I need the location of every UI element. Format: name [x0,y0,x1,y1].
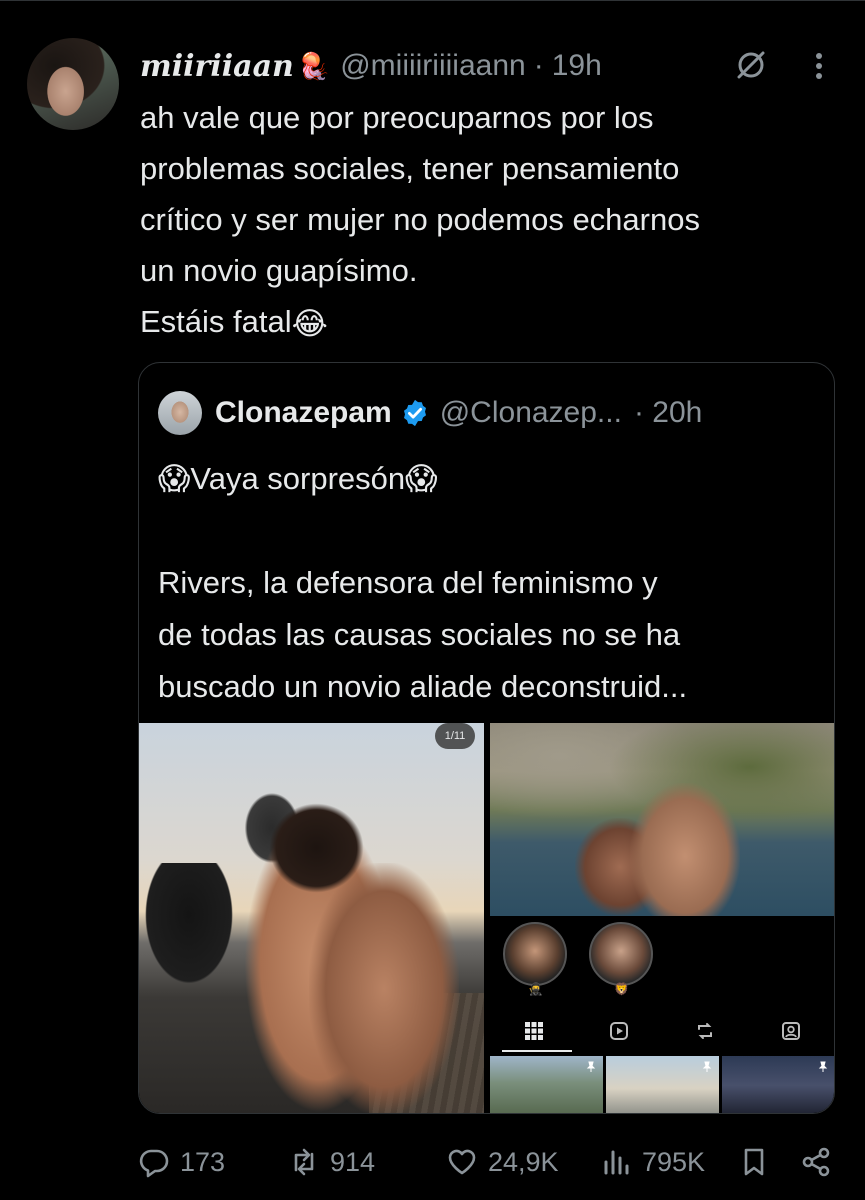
bookmark-icon [744,1148,764,1176]
pin-icon [586,1061,596,1072]
page-count-badge: 1/11 [435,723,475,749]
story-highlight [589,922,653,986]
bookmark-button[interactable] [738,1136,780,1188]
thumbnail [490,1056,603,1113]
tagged-icon [782,1022,800,1040]
laughing-emoji: 😂 [291,306,328,342]
lion-emoji: 🦁 [614,982,629,996]
media-photo-couple-sea[interactable] [490,723,834,916]
quoted-text-line-1: 😱Vaya sorpresón😱 [158,453,828,505]
quoted-text-line: Vaya sorpresón [190,461,406,496]
quoted-text-line: Rivers, la defensora del feminismo y [158,565,658,600]
profile-thumbnails [490,1056,834,1113]
pin-icon [702,1061,712,1072]
pin-icon [818,1061,828,1072]
tweet-timestamp[interactable]: 19h [552,49,602,83]
reply-button[interactable]: 173 [138,1136,225,1188]
views-icon [604,1150,629,1175]
thumbnail [722,1056,834,1113]
heart-icon [448,1149,476,1175]
person-figure [309,863,459,1113]
quoted-text-blank-line [158,505,828,557]
tweet-text: ah vale que por preocuparnos por los pro… [140,92,840,349]
author-handle[interactable]: @miiiiriiiiaann [340,49,526,83]
views-button[interactable]: 795K [600,1136,705,1188]
palm-silhouette [139,863,239,993]
quoted-tweet-header: Clonazepam @Clonazep... · 20h [215,391,702,435]
quoted-text-line: de todas las causas sociales no se ha [158,617,681,652]
grid-icon [525,1022,543,1040]
more-options-icon[interactable] [812,50,826,82]
quoted-author-avatar[interactable] [158,391,202,435]
share-icon [802,1147,830,1177]
repost-button[interactable]: 914 [288,1136,375,1188]
author-avatar[interactable] [27,38,119,130]
repost-icon [698,1023,712,1039]
reels-icon [610,1022,628,1040]
separator-dot: · [633,396,644,429]
quoted-tweet-text: 😱Vaya sorpresón😱 Rivers, la defensora de… [158,453,828,713]
reply-count: 173 [180,1146,226,1177]
quoted-tweet-timestamp[interactable]: · 20h [634,396,702,430]
repost-count: 914 [330,1146,376,1177]
repost-icon [294,1148,314,1176]
verified-badge-icon [403,399,426,427]
tweet-header: miiriiaan 🪼 @miiiiriiiiaann · 19h [140,44,602,88]
tweet-text-line: crítico y ser mujer no podemos echarnos [140,202,700,237]
quoted-author-handle[interactable]: @Clonazep... [440,396,622,430]
scream-emoji: 😱 [158,461,191,496]
tweet-text-line: un novio guapísimo. [140,253,418,288]
quoted-media-grid: 1/11 🥷 🦁 [139,723,834,1113]
separator-dot: · [533,49,544,82]
share-button[interactable] [800,1136,842,1188]
story-highlight [503,922,567,986]
like-count: 24,9K [488,1146,559,1177]
scream-emoji: 😱 [405,461,438,496]
tweet-text-line-last: Estáis fatal😂 [140,296,840,349]
active-tab-underline [502,1050,572,1052]
quoted-tweet[interactable]: Clonazepam @Clonazep... · 20h 😱Vaya sorp… [138,362,835,1114]
grok-icon[interactable] [733,47,769,83]
author-display-name[interactable]: miiriiaan [140,49,294,84]
media-instagram-profile-screenshot[interactable]: 🥷 🦁 [490,922,834,1113]
quoted-author-display-name[interactable]: Clonazepam [215,396,392,430]
thumbnail [606,1056,719,1113]
quoted-time-value: 20h [652,396,703,429]
quoted-text-line: buscado un novio aliade deconstruid... [158,669,688,704]
like-button[interactable]: 24,9K [446,1136,559,1188]
top-divider [0,0,865,1]
view-count: 795K [642,1146,706,1177]
hair-shape [269,803,364,893]
tweet-actions-bar: 173 914 24,9K 795K [0,1136,865,1188]
person-figure [630,783,740,916]
ninja-emoji: 🥷 [528,982,543,996]
jellyfish-emoji: 🪼 [297,50,331,81]
tweet-text-line: Estáis fatal [140,304,292,339]
tweet-text-line: ah vale que por preocuparnos por los [140,100,654,135]
reply-icon [139,1149,169,1178]
tweet-text-line: problemas sociales, tener pensamiento [140,151,680,186]
media-photo-couple-poolside[interactable]: 1/11 [139,723,484,1113]
profile-tabs [490,1014,834,1050]
